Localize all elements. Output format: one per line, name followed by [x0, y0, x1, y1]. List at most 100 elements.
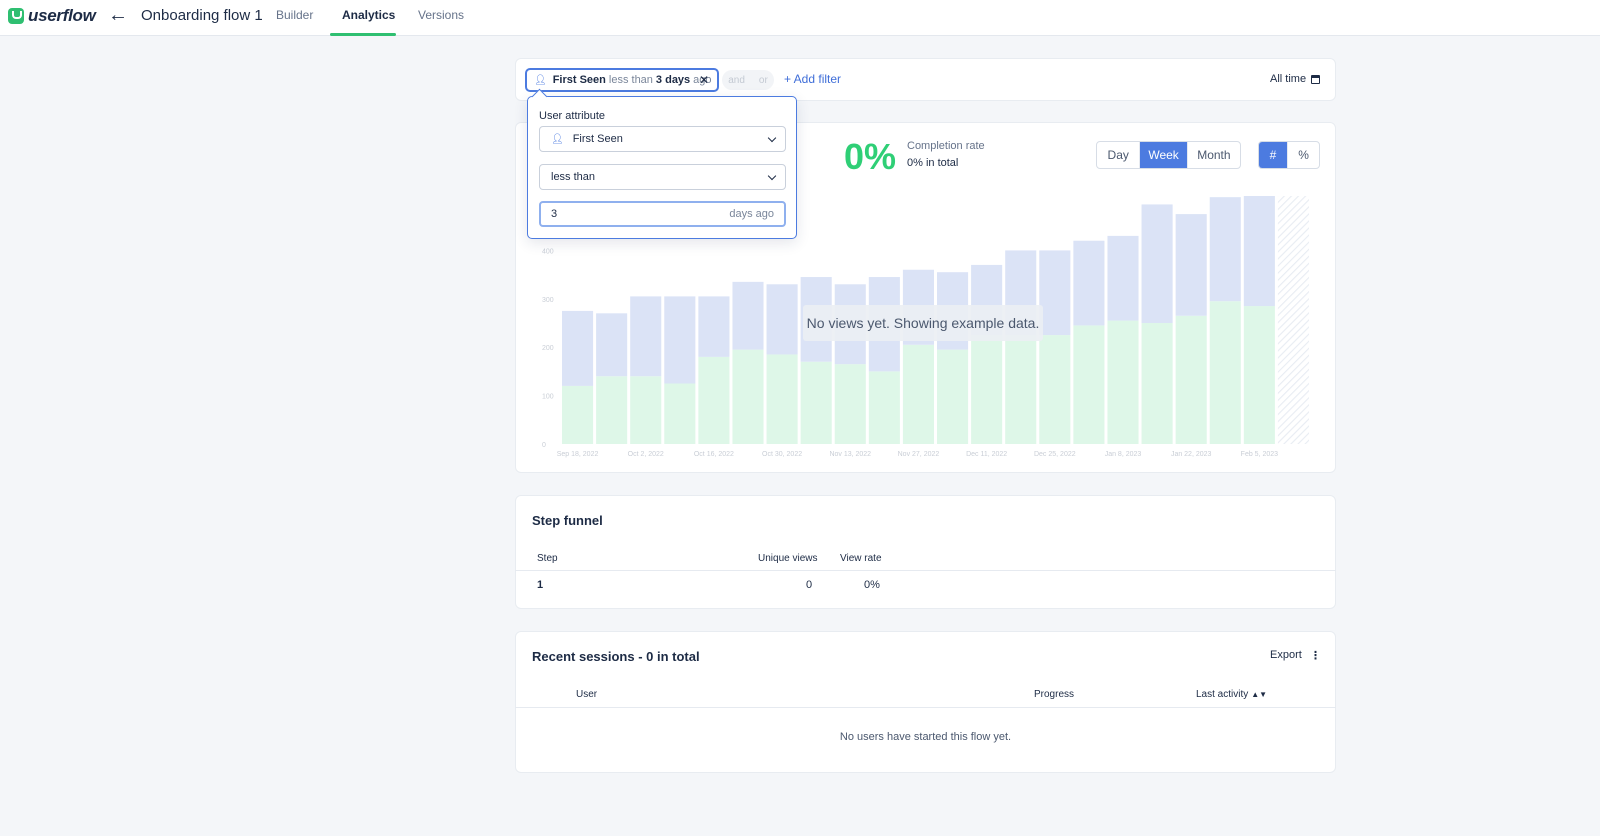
bar-completed [630, 376, 662, 444]
value-input-text: 3 [551, 208, 558, 220]
period-week[interactable]: Week [1139, 142, 1187, 168]
y-tick-label: 100 [542, 394, 554, 401]
bar-started [698, 296, 730, 357]
bar-completed [732, 349, 764, 444]
empty-sessions-message: No users have started this flow yet. [839, 731, 1012, 743]
x-tick-label: Feb 5, 2023 [1241, 451, 1278, 458]
bar-started [596, 313, 628, 377]
bar-completed [1005, 335, 1037, 444]
back-arrow-icon[interactable]: ← [108, 4, 128, 27]
x-tick-label: Oct 16, 2022 [694, 451, 734, 458]
funnel-step: 1 [537, 579, 544, 591]
value-input-suffix: days ago [729, 208, 774, 220]
user-attribute-label: User attribute [539, 110, 606, 122]
bar-completed [698, 356, 730, 444]
more-options-icon[interactable]: ⋮ [1310, 649, 1321, 662]
column-progress: Progress [1034, 689, 1075, 700]
unit-percent[interactable]: % [1287, 142, 1319, 168]
filter-popover: User attribute 👤︎ First Seen less than 3… [527, 96, 797, 239]
bar-started [1073, 240, 1105, 326]
attribute-select-value: First Seen [572, 133, 623, 145]
bar-completed [868, 371, 900, 444]
bar-started [1107, 235, 1139, 321]
y-tick-label: 400 [542, 248, 554, 255]
and-option[interactable]: and [728, 75, 745, 86]
bar-completed [766, 354, 798, 444]
bar-completed [1209, 301, 1241, 444]
x-tick-label: Jan 22, 2023 [1171, 451, 1212, 458]
period-month[interactable]: Month [1186, 142, 1240, 168]
top-bar: userflow ← Onboarding flow 1 Builder Ana… [0, 0, 1600, 36]
bar-started [1277, 196, 1309, 311]
value-input[interactable]: 3 days ago [539, 201, 786, 227]
x-tick-label: Nov 27, 2022 [898, 451, 940, 458]
column-user: User [576, 689, 598, 700]
x-tick-label: Oct 30, 2022 [762, 451, 802, 458]
bar-completed [664, 383, 696, 444]
bar-completed [1141, 323, 1173, 444]
recent-sessions-title: Recent sessions - 0 in total [532, 649, 700, 664]
funnel-unique-views: 0 [806, 579, 813, 591]
bar-completed [1277, 310, 1309, 444]
filter-chip-attribute: First Seen [552, 74, 606, 86]
chevron-down-icon [767, 171, 777, 181]
x-tick-label: Dec 11, 2022 [966, 451, 1007, 458]
tab-analytics[interactable]: Analytics [342, 8, 395, 22]
column-unique-views: Unique views [758, 553, 818, 564]
y-tick-label: 300 [542, 297, 554, 304]
bar-completed [1107, 320, 1139, 444]
tab-versions[interactable]: Versions [418, 8, 464, 22]
filter-chip-value: 3 days [655, 74, 691, 86]
column-view-rate: View rate [840, 553, 882, 564]
unit-count[interactable]: # [1259, 142, 1288, 168]
completion-total: 0% in total [907, 157, 959, 169]
bar-started [1243, 196, 1275, 307]
and-or-toggle[interactable]: and or [722, 70, 774, 90]
tab-builder[interactable]: Builder [276, 8, 313, 22]
calendar-icon [1311, 74, 1321, 84]
bar-completed [834, 364, 866, 444]
remove-filter-icon[interactable]: ✕ [699, 73, 709, 87]
unit-toggle: # % [1258, 141, 1320, 169]
bar-completed [800, 361, 832, 444]
divider [515, 707, 1336, 708]
bar-started [732, 281, 764, 350]
attribute-select[interactable]: 👤︎ First Seen [539, 126, 786, 152]
sort-icon: ▲▼ [1251, 689, 1268, 699]
chevron-down-icon [767, 133, 777, 143]
bar-completed [971, 335, 1003, 444]
filter-chip-operator: less than [608, 74, 653, 86]
period-day[interactable]: Day [1097, 142, 1139, 168]
x-tick-label: Jan 8, 2023 [1105, 451, 1142, 458]
date-range-picker[interactable]: All time [1270, 73, 1321, 85]
bar-completed [1039, 335, 1071, 444]
bar-started [1175, 214, 1207, 316]
step-funnel-title: Step funnel [532, 513, 603, 528]
completion-rate-value: 0% [844, 136, 897, 177]
bar-started [630, 296, 662, 377]
column-last-activity[interactable]: Last activity ▲▼ [1196, 689, 1267, 700]
x-tick-label: Dec 25, 2022 [1034, 451, 1076, 458]
user-icon: 👤︎ [534, 74, 547, 86]
step-funnel-card [515, 495, 1336, 609]
userflow-logo[interactable]: userflow [8, 6, 96, 26]
column-step: Step [537, 553, 558, 564]
or-option[interactable]: or [759, 75, 768, 86]
filter-chip-first-seen[interactable]: 👤︎ First Seen less than 3 days ago ✕ [525, 68, 719, 92]
operator-select[interactable]: less than [539, 164, 786, 190]
export-button[interactable]: Export [1270, 649, 1302, 661]
operator-select-value: less than [551, 171, 596, 183]
x-tick-label: Oct 2, 2022 [628, 451, 664, 458]
userflow-logo-icon [8, 8, 24, 24]
example-data-notice: No views yet. Showing example data. [803, 305, 1043, 341]
bar-completed [1175, 315, 1207, 444]
bar-started [664, 296, 696, 384]
bar-completed [562, 385, 594, 444]
user-icon: 👤︎ [551, 133, 564, 145]
x-tick-label: Sep 18, 2022 [557, 451, 599, 458]
bar-started [766, 284, 798, 355]
add-filter-button[interactable]: + Add filter [784, 72, 841, 86]
bar-completed [902, 344, 934, 444]
bar-completed [1073, 325, 1105, 444]
bar-completed [937, 349, 969, 444]
